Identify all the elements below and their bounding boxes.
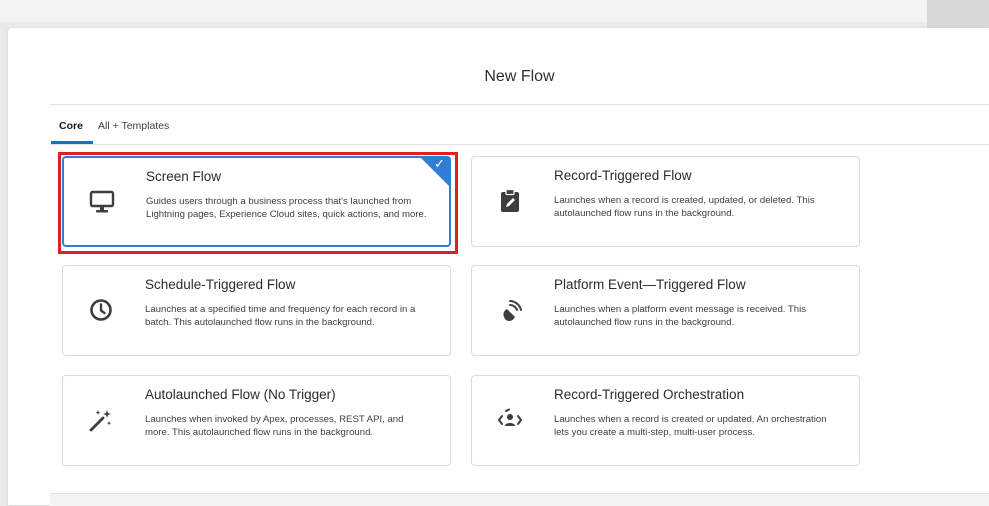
card-title: Autolaunched Flow (No Trigger) bbox=[145, 387, 336, 402]
browser-top-bar bbox=[0, 0, 989, 22]
flow-type-tabs: Core All + Templates bbox=[50, 118, 989, 145]
card-schedule-triggered-flow[interactable]: Schedule-Triggered Flow Launches at a sp… bbox=[62, 265, 451, 356]
card-description: Launches at a specified time and frequen… bbox=[145, 304, 416, 328]
card-description: Launches when invoked by Apex, processes… bbox=[145, 414, 404, 438]
checkmark-icon: ✓ bbox=[434, 156, 445, 171]
magic-wand-icon bbox=[85, 404, 117, 436]
card-title: Schedule-Triggered Flow bbox=[145, 277, 296, 292]
card-screen-flow[interactable]: ✓ Screen Flow Guides users through a bus… bbox=[62, 156, 451, 247]
card-autolaunched-flow[interactable]: Autolaunched Flow (No Trigger) Launches … bbox=[62, 375, 451, 466]
card-description: Launches when a record is created, updat… bbox=[554, 195, 815, 219]
card-platform-event-triggered-flow[interactable]: Platform Event—Triggered Flow Launches w… bbox=[471, 265, 860, 356]
modal-header: New Flow bbox=[50, 28, 989, 105]
card-record-triggered-orchestration[interactable]: Record-Triggered Orchestration Launches … bbox=[471, 375, 860, 466]
tab-all-templates[interactable]: All + Templates bbox=[98, 120, 169, 132]
card-description: Guides users through a business process … bbox=[146, 196, 427, 220]
card-title: Platform Event—Triggered Flow bbox=[554, 277, 746, 292]
card-title: Record-Triggered Orchestration bbox=[554, 387, 745, 402]
signal-icon bbox=[494, 294, 526, 326]
desktop-icon bbox=[86, 186, 118, 218]
modal-footer bbox=[50, 493, 989, 506]
card-description: Launches when a record is created or upd… bbox=[554, 414, 827, 438]
tab-core[interactable]: Core bbox=[51, 120, 93, 144]
orchestration-icon bbox=[494, 404, 526, 436]
clock-icon bbox=[85, 294, 117, 326]
card-title: Record-Triggered Flow bbox=[554, 168, 692, 183]
clipboard-edit-icon bbox=[494, 185, 526, 217]
card-record-triggered-flow[interactable]: Record-Triggered Flow Launches when a re… bbox=[471, 156, 860, 247]
card-description: Launches when a platform event message i… bbox=[554, 304, 807, 328]
modal-title: New Flow bbox=[484, 68, 555, 85]
card-title: Screen Flow bbox=[146, 169, 222, 184]
